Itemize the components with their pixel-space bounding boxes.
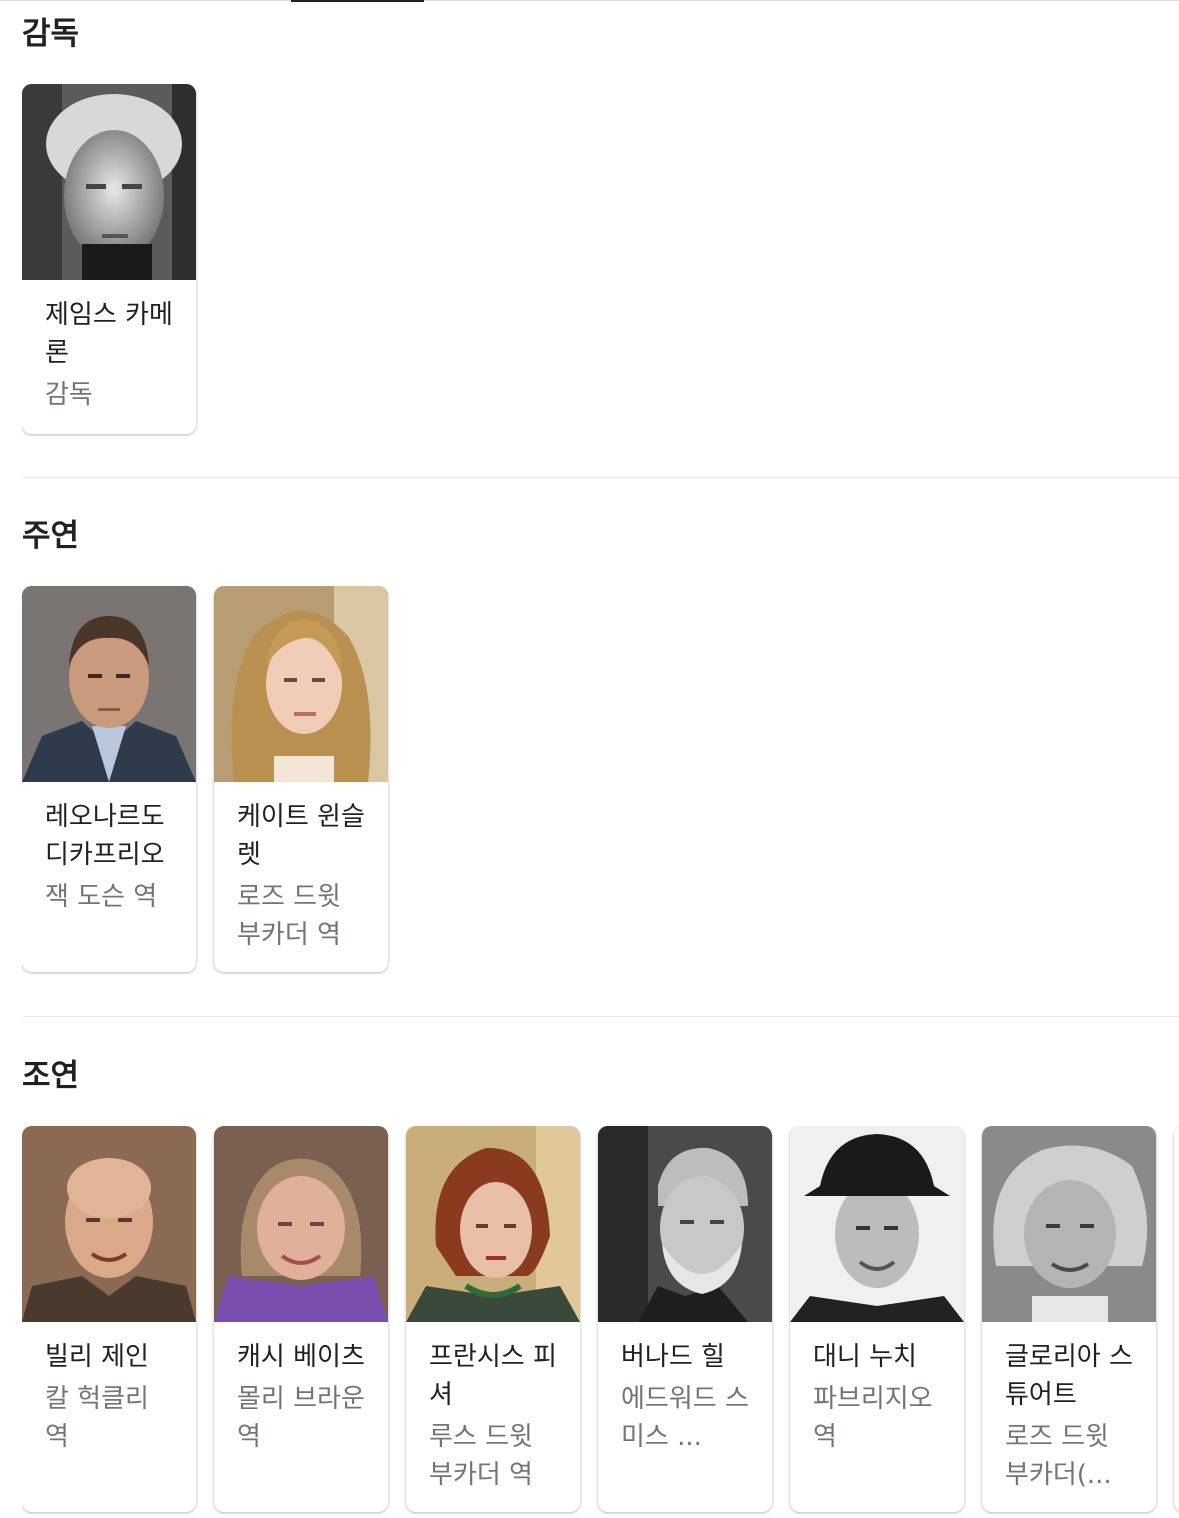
person-card-danny-nucci[interactable]: 대니 누치 파브리지오 역 xyxy=(790,1126,964,1512)
section-director: 감독 제임스 카메론 감독 xyxy=(22,12,1179,452)
person-photo xyxy=(406,1126,580,1322)
person-card-frances-fisher[interactable]: 프란시스 피셔 루스 드윗 부카더 역 xyxy=(406,1126,580,1512)
person-card-bernard-hill[interactable]: 버나드 힐 에드워드 스미스 ... xyxy=(598,1126,772,1512)
person-card-next-peek[interactable] xyxy=(1174,1126,1179,1512)
person-role: 칼 헉클리 역 xyxy=(45,1384,149,1452)
person-name: 프란시스 피셔 xyxy=(429,1342,557,1410)
lead-card-row: 레오나르도 디카프리오 잭 도슨 역 케이트 윈슬렛 로즈 드윗 부카더 역 xyxy=(22,586,1179,986)
person-name: 빌리 제인 xyxy=(45,1342,149,1372)
person-card-kate-winslet[interactable]: 케이트 윈슬렛 로즈 드윗 부카더 역 xyxy=(214,586,388,972)
person-name: 대니 누치 xyxy=(813,1342,917,1372)
person-photo xyxy=(22,1126,196,1322)
person-photo xyxy=(214,1126,388,1322)
top-divider xyxy=(0,0,1179,1)
person-card-billy-zane[interactable]: 빌리 제인 칼 헉클리 역 xyxy=(22,1126,196,1512)
person-role: 로즈 드윗 부카더 역 xyxy=(237,882,341,950)
person-role: 루스 드윗 부카더 역 xyxy=(429,1422,533,1490)
person-name: 레오나르도 디카프리오 xyxy=(45,802,165,870)
person-role: 몰리 브라운 역 xyxy=(237,1384,365,1452)
person-photo xyxy=(982,1126,1156,1322)
section-supporting: 조연 빌리 제인 칼 헉클리 역 캐시 베이츠 몰리 브라운 역 프란시스 피셔… xyxy=(22,1052,1179,1518)
person-photo xyxy=(598,1126,772,1322)
section-divider xyxy=(22,1016,1179,1017)
section-title-lead: 주연 xyxy=(22,518,80,554)
section-title-director: 감독 xyxy=(22,16,80,52)
person-role: 에드워드 스미스 ... xyxy=(621,1384,749,1452)
person-photo xyxy=(22,586,196,782)
person-role: 잭 도슨 역 xyxy=(45,882,158,912)
person-name: 버나드 힐 xyxy=(621,1342,725,1372)
person-card-kathy-bates[interactable]: 캐시 베이츠 몰리 브라운 역 xyxy=(214,1126,388,1512)
supporting-card-row: 빌리 제인 칼 헉클리 역 캐시 베이츠 몰리 브라운 역 프란시스 피셔 루스… xyxy=(22,1126,1179,1518)
active-tab-indicator xyxy=(291,0,424,2)
person-role: 파브리지오 역 xyxy=(813,1384,933,1452)
section-title-supporting: 조연 xyxy=(22,1058,80,1094)
person-photo xyxy=(22,84,196,280)
person-role: 로즈 드윗 부카더(... xyxy=(1005,1422,1112,1490)
section-lead: 주연 레오나르도 디카프리오 잭 도슨 역 케이트 윈슬렛 로즈 드윗 부카더 … xyxy=(22,512,1179,992)
person-name: 글로리아 스튜어트 xyxy=(1005,1342,1133,1410)
person-photo xyxy=(1174,1126,1179,1322)
person-photo xyxy=(214,586,388,782)
section-divider xyxy=(22,477,1179,478)
person-name: 케이트 윈슬렛 xyxy=(237,802,365,870)
director-card-row: 제임스 카메론 감독 xyxy=(22,84,1179,504)
person-role: 감독 xyxy=(45,380,93,410)
person-name: 캐시 베이츠 xyxy=(237,1342,365,1372)
person-name: 제임스 카메론 xyxy=(45,300,173,368)
person-card-gloria-stuart[interactable]: 글로리아 스튜어트 로즈 드윗 부카더(... xyxy=(982,1126,1156,1512)
person-photo xyxy=(790,1126,964,1322)
person-card-james-cameron[interactable]: 제임스 카메론 감독 xyxy=(22,84,196,434)
person-card-leonardo-dicaprio[interactable]: 레오나르도 디카프리오 잭 도슨 역 xyxy=(22,586,196,972)
